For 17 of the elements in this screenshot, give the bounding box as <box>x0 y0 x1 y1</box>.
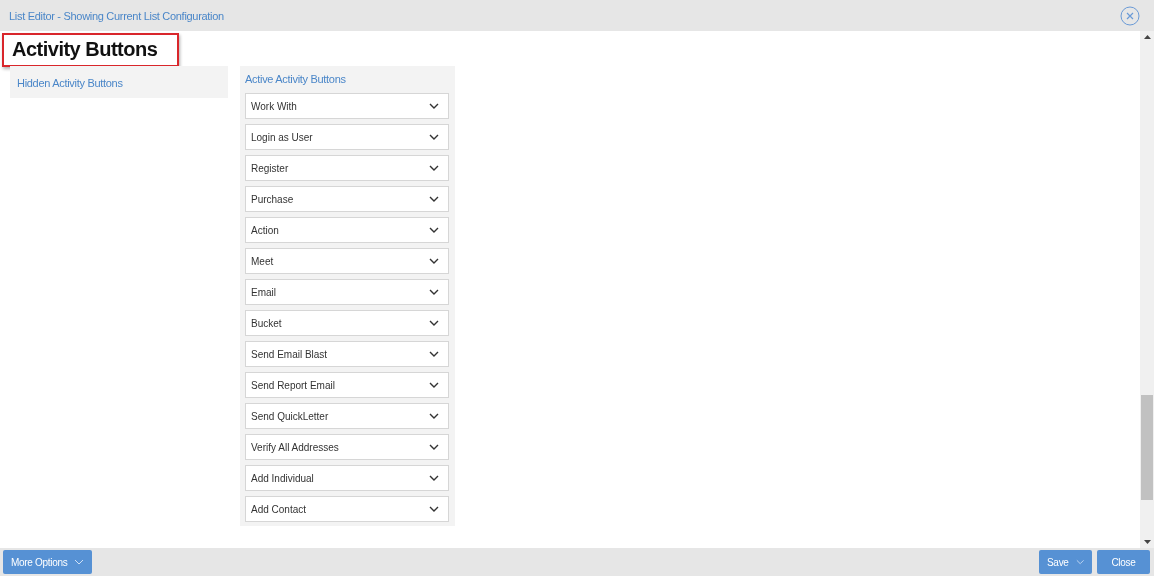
activity-button-item[interactable]: Bucket <box>245 310 449 336</box>
activity-button-item[interactable]: Meet <box>245 248 449 274</box>
activity-button-item[interactable]: Register <box>245 155 449 181</box>
activity-button-item[interactable]: Login as User <box>245 124 449 150</box>
panel-title: Active Activity Buttons <box>245 73 347 85</box>
activity-button-item[interactable]: Add Contact <box>245 496 449 522</box>
activity-button-item[interactable]: Verify All Addresses <box>245 434 449 460</box>
activity-button-item[interactable]: Add Individual <box>245 465 449 491</box>
activity-button-item[interactable]: Send Email Blast <box>245 341 449 367</box>
panel-title: Hidden Activity Buttons <box>17 77 123 89</box>
activity-button-item[interactable]: Action <box>245 217 449 243</box>
activity-button-item[interactable]: Purchase <box>245 186 449 212</box>
window-title: List Editor - Showing Current List Configuration <box>9 9 224 22</box>
activity-button-item[interactable]: Send Report Email <box>245 372 449 398</box>
activity-button-item[interactable]: Send QuickLetter <box>245 403 449 429</box>
activity-button-item[interactable]: Email <box>245 279 449 305</box>
activity-button-item[interactable]: Work With <box>245 93 449 119</box>
